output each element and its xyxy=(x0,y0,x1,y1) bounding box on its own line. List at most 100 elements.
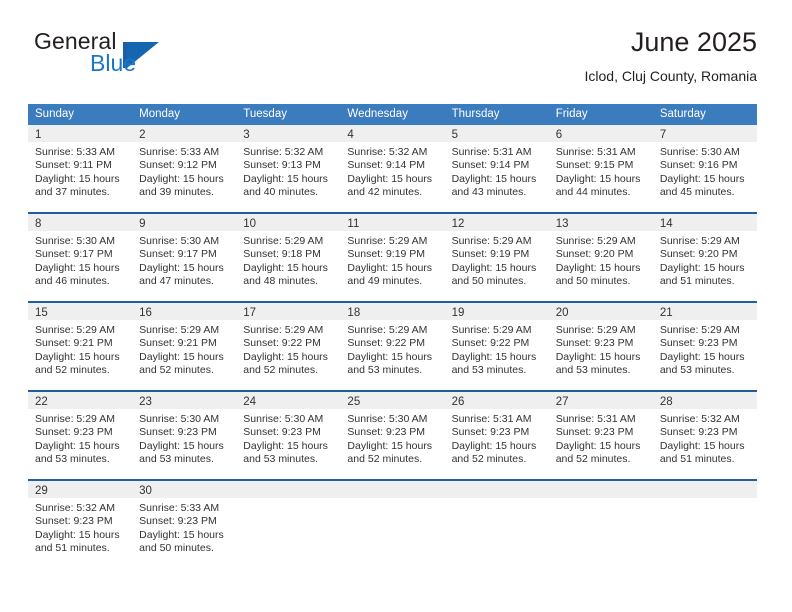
day-number-band: 26 xyxy=(444,392,549,409)
day-number-band: 6 xyxy=(548,125,653,142)
day-cell[interactable]: 20 Sunrise: 5:29 AM Sunset: 9:23 PM Dayligh… xyxy=(548,303,653,390)
day-cell[interactable]: 14 Sunrise: 5:29 AM Sunset: 9:20 PM Dayligh… xyxy=(652,214,757,301)
day-number-band: 22 xyxy=(28,392,133,409)
day-number: 23 xyxy=(139,396,152,408)
day-cell[interactable]: 2 Sunrise: 5:33 AM Sunset: 9:12 PM Daylight… xyxy=(132,125,237,212)
day-number: 2 xyxy=(139,129,146,141)
daylight-text-line2: and 37 minutes. xyxy=(35,185,110,198)
day-info: Sunrise: 5:29 AM Sunset: 9:22 PM Daylight:… xyxy=(445,320,549,383)
day-info: Sunrise: 5:30 AM Sunset: 9:23 PM Daylight:… xyxy=(236,409,340,472)
day-cell[interactable]: 16 Sunrise: 5:29 AM Sunset: 9:21 PM Dayligh… xyxy=(132,303,237,390)
daylight-text-line2: and 52 minutes. xyxy=(347,452,423,465)
day-cell[interactable]: 11 Sunrise: 5:29 AM Sunset: 9:19 PM Dayligh… xyxy=(340,214,445,301)
brand-logo[interactable]: General Blue xyxy=(28,26,248,86)
day-number: 1 xyxy=(35,129,42,141)
day-number-band: 25 xyxy=(340,392,445,409)
day-number-band: 3 xyxy=(236,125,341,142)
calendar-week-row: 1 Sunrise: 5:33 AM Sunset: 9:11 PM Daylight… xyxy=(28,125,757,212)
daylight-text-line1: Daylight: 15 hours xyxy=(139,350,224,363)
sunset-text: Sunset: 9:21 PM xyxy=(139,337,217,350)
day-cell[interactable]: 21 Sunrise: 5:29 AM Sunset: 9:23 PM Dayligh… xyxy=(652,303,757,390)
day-cell[interactable]: 5 Sunrise: 5:31 AM Sunset: 9:14 PM Daylight… xyxy=(444,125,549,212)
sunrise-text: Sunrise: 5:31 AM xyxy=(451,413,532,425)
day-number: 8 xyxy=(35,218,42,230)
day-number-band: 7 xyxy=(652,125,757,142)
day-cell[interactable]: 8 Sunrise: 5:30 AM Sunset: 9:17 PM Daylight… xyxy=(28,214,133,301)
day-cell-empty xyxy=(340,481,445,568)
day-info xyxy=(445,498,549,508)
daylight-text-line1: Daylight: 15 hours xyxy=(451,261,537,274)
day-number: 25 xyxy=(347,396,361,408)
day-cell[interactable]: 29 Sunrise: 5:32 AM Sunset: 9:23 PM Dayligh… xyxy=(28,481,133,568)
day-cell[interactable]: 27 Sunrise: 5:31 AM Sunset: 9:23 PM Dayligh… xyxy=(548,392,653,479)
day-cell[interactable]: 23 Sunrise: 5:30 AM Sunset: 9:23 PM Dayligh… xyxy=(132,392,237,479)
daylight-text-line1: Daylight: 15 hours xyxy=(139,528,224,541)
daylight-text-line2: and 51 minutes. xyxy=(659,452,735,465)
day-cell[interactable]: 6 Sunrise: 5:31 AM Sunset: 9:15 PM Daylight… xyxy=(548,125,653,212)
daylight-text-line1: Daylight: 15 hours xyxy=(555,261,641,274)
day-number: 17 xyxy=(243,307,257,319)
day-cell[interactable]: 10 Sunrise: 5:29 AM Sunset: 9:18 PM Dayligh… xyxy=(236,214,341,301)
day-cell[interactable]: 9 Sunrise: 5:30 AM Sunset: 9:17 PM Daylight… xyxy=(132,214,237,301)
day-number-band: 10 xyxy=(236,214,341,231)
day-cell[interactable]: 24 Sunrise: 5:30 AM Sunset: 9:23 PM Dayligh… xyxy=(236,392,341,479)
day-number: 18 xyxy=(347,307,361,319)
calendar-page: General Blue June 2025 Iclod, Cluj Count… xyxy=(0,0,792,612)
day-info: Sunrise: 5:30 AM Sunset: 9:23 PM Daylight:… xyxy=(132,409,236,472)
day-info: Sunrise: 5:29 AM Sunset: 9:19 PM Daylight:… xyxy=(340,231,444,294)
day-cell[interactable]: 22 Sunrise: 5:29 AM Sunset: 9:23 PM Dayligh… xyxy=(28,392,133,479)
day-cell[interactable]: 3 Sunrise: 5:32 AM Sunset: 9:13 PM Daylight… xyxy=(236,125,341,212)
day-info: Sunrise: 5:31 AM Sunset: 9:15 PM Daylight:… xyxy=(549,142,653,205)
day-cell[interactable]: 28 Sunrise: 5:32 AM Sunset: 9:23 PM Dayligh… xyxy=(652,392,757,479)
day-cell[interactable]: 19 Sunrise: 5:29 AM Sunset: 9:22 PM Dayligh… xyxy=(444,303,549,390)
day-cell[interactable]: 15 Sunrise: 5:29 AM Sunset: 9:21 PM Dayligh… xyxy=(28,303,133,390)
day-cell-empty xyxy=(652,481,757,568)
day-cell[interactable]: 7 Sunrise: 5:30 AM Sunset: 9:16 PM Daylight… xyxy=(652,125,757,212)
page-subtitle: Iclod, Cluj County, Romania xyxy=(584,68,757,84)
day-number-band: 28 xyxy=(652,392,757,409)
daylight-text-line2: and 48 minutes. xyxy=(243,274,318,287)
day-cell[interactable]: 1 Sunrise: 5:33 AM Sunset: 9:11 PM Daylight… xyxy=(28,125,133,212)
day-cell-empty xyxy=(548,481,653,568)
daylight-text-line2: and 53 minutes. xyxy=(35,452,110,465)
sunset-text: Sunset: 9:23 PM xyxy=(451,426,530,439)
day-number-band: 5 xyxy=(444,125,549,142)
daylight-text-line1: Daylight: 15 hours xyxy=(451,350,537,363)
day-number: 27 xyxy=(555,396,569,408)
day-cell[interactable]: 25 Sunrise: 5:30 AM Sunset: 9:23 PM Dayligh… xyxy=(340,392,445,479)
day-number: 5 xyxy=(451,129,458,141)
day-info: Sunrise: 5:33 AM Sunset: 9:23 PM Daylight:… xyxy=(132,498,236,561)
day-info: Sunrise: 5:29 AM Sunset: 9:23 PM Daylight:… xyxy=(549,320,653,383)
day-info: Sunrise: 5:29 AM Sunset: 9:23 PM Daylight:… xyxy=(28,409,132,472)
day-number-band xyxy=(340,481,445,498)
day-cell[interactable]: 26 Sunrise: 5:31 AM Sunset: 9:23 PM Dayligh… xyxy=(444,392,549,479)
day-cell[interactable]: 18 Sunrise: 5:29 AM Sunset: 9:22 PM Dayligh… xyxy=(340,303,445,390)
day-cell[interactable]: 30 Sunrise: 5:33 AM Sunset: 9:23 PM Dayligh… xyxy=(132,481,237,568)
day-info: Sunrise: 5:29 AM Sunset: 9:18 PM Daylight:… xyxy=(236,231,340,294)
day-info: Sunrise: 5:29 AM Sunset: 9:21 PM Daylight:… xyxy=(132,320,236,383)
weekday-header-row: Sunday Monday Tuesday Wednesday Thursday Frid… xyxy=(28,104,757,125)
page-header: General Blue June 2025 Iclod, Cluj Count… xyxy=(28,26,757,96)
daylight-text-line1: Daylight: 15 hours xyxy=(659,261,745,274)
day-number-band: 4 xyxy=(340,125,445,142)
sunrise-text: Sunrise: 5:30 AM xyxy=(347,413,428,425)
day-cell[interactable]: 17 Sunrise: 5:29 AM Sunset: 9:22 PM Dayligh… xyxy=(236,303,341,390)
day-cell[interactable]: 12 Sunrise: 5:29 AM Sunset: 9:19 PM Dayligh… xyxy=(444,214,549,301)
sunrise-text: Sunrise: 5:29 AM xyxy=(347,235,428,247)
weekday-header-wednesday: Wednesday xyxy=(347,108,408,120)
day-number-band: 19 xyxy=(444,303,549,320)
daylight-text-line2: and 53 minutes. xyxy=(659,363,735,376)
daylight-text-line2: and 53 minutes. xyxy=(139,452,214,465)
sunrise-text: Sunrise: 5:30 AM xyxy=(35,235,115,247)
weekday-header-monday: Monday xyxy=(139,108,181,120)
day-cell[interactable]: 4 Sunrise: 5:32 AM Sunset: 9:14 PM Daylight… xyxy=(340,125,445,212)
calendar-week-row: 22 Sunrise: 5:29 AM Sunset: 9:23 PM Dayligh… xyxy=(28,390,757,479)
day-cell[interactable]: 13 Sunrise: 5:29 AM Sunset: 9:20 PM Dayligh… xyxy=(548,214,653,301)
daylight-text-line1: Daylight: 15 hours xyxy=(555,439,641,452)
day-number-band: 24 xyxy=(236,392,341,409)
day-number-band: 29 xyxy=(28,481,133,498)
sunrise-text: Sunrise: 5:33 AM xyxy=(139,502,220,514)
daylight-text-line2: and 43 minutes. xyxy=(451,185,527,198)
sunset-text: Sunset: 9:23 PM xyxy=(659,426,738,439)
daylight-text-line1: Daylight: 15 hours xyxy=(243,172,328,185)
